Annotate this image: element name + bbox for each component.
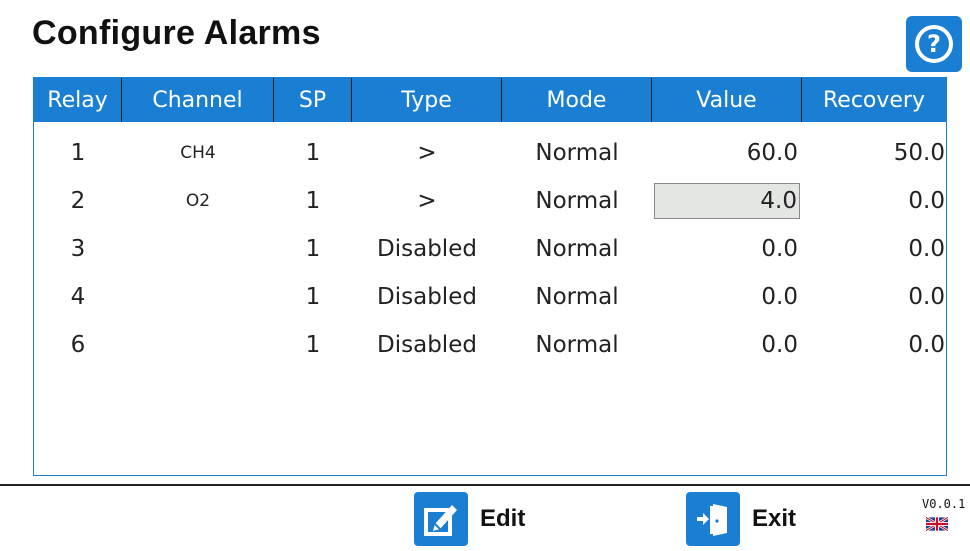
uk-flag-icon[interactable]	[926, 517, 948, 531]
recovery-cell[interactable]: 0.0	[802, 227, 945, 271]
exit-button[interactable]: Exit	[686, 492, 796, 546]
recovery-cell[interactable]: 50.0	[802, 131, 945, 175]
page-title: Configure Alarms	[32, 14, 321, 52]
version-label: V0.0.1	[922, 497, 966, 511]
sp-cell[interactable]: 1	[274, 131, 352, 175]
value-cell[interactable]: 0.0	[652, 227, 798, 271]
relay-cell[interactable]: 4	[34, 275, 122, 319]
channel-cell[interactable]	[122, 275, 274, 319]
type-cell[interactable]: >	[352, 179, 502, 223]
type-cell[interactable]: Disabled	[352, 227, 502, 271]
selected-value-cell[interactable]: 4.0	[654, 183, 800, 219]
table-row[interactable]: 3 1 Disabled Normal 0.0 0.0	[34, 227, 946, 271]
edit-label: Edit	[480, 505, 526, 532]
recovery-cell[interactable]: 0.0	[802, 275, 945, 319]
column-header-mode: Mode	[502, 78, 652, 122]
type-cell[interactable]: Disabled	[352, 275, 502, 319]
exit-door-icon	[686, 492, 740, 546]
edit-icon	[414, 492, 468, 546]
channel-cell[interactable]: CH4	[122, 131, 274, 175]
relay-cell[interactable]: 3	[34, 227, 122, 271]
sp-cell[interactable]: 1	[274, 227, 352, 271]
table-row[interactable]: 1 CH4 1 > Normal 60.0 50.0	[34, 131, 946, 175]
recovery-cell[interactable]: 0.0	[802, 179, 945, 223]
channel-cell[interactable]: O2	[122, 179, 274, 223]
relay-cell[interactable]: 6	[34, 323, 122, 367]
column-header-relay: Relay	[34, 78, 122, 122]
edit-button[interactable]: Edit	[414, 492, 525, 546]
column-header-channel: Channel	[122, 78, 274, 122]
table-row[interactable]: 4 1 Disabled Normal 0.0 0.0	[34, 275, 946, 319]
help-button[interactable]: ?	[906, 16, 962, 72]
table-row[interactable]: 6 1 Disabled Normal 0.0 0.0	[34, 323, 946, 367]
table-row[interactable]: 2 O2 1 > Normal 4.0 0.0	[34, 179, 946, 223]
mode-cell[interactable]: Normal	[502, 179, 652, 223]
channel-cell[interactable]	[122, 323, 274, 367]
value-cell[interactable]: 0.0	[652, 275, 798, 319]
column-header-type: Type	[352, 78, 502, 122]
table-header: Relay Channel SP Type Mode Value Recover…	[34, 78, 946, 122]
mode-cell[interactable]: Normal	[502, 131, 652, 175]
alarms-table: Relay Channel SP Type Mode Value Recover…	[33, 77, 947, 476]
sp-cell[interactable]: 1	[274, 179, 352, 223]
mode-cell[interactable]: Normal	[502, 323, 652, 367]
mode-cell[interactable]: Normal	[502, 227, 652, 271]
question-circle-icon: ?	[915, 25, 953, 63]
mode-cell[interactable]: Normal	[502, 275, 652, 319]
value-cell[interactable]: 0.0	[652, 323, 798, 367]
type-cell[interactable]: Disabled	[352, 323, 502, 367]
recovery-cell[interactable]: 0.0	[802, 323, 945, 367]
footer-divider	[0, 484, 970, 486]
channel-cell[interactable]	[122, 227, 274, 271]
type-cell[interactable]: >	[352, 131, 502, 175]
column-header-value: Value	[652, 78, 802, 122]
exit-label: Exit	[752, 505, 797, 532]
relay-cell[interactable]: 2	[34, 179, 122, 223]
column-header-recovery: Recovery	[822, 87, 925, 113]
sp-cell[interactable]: 1	[274, 275, 352, 319]
value-cell[interactable]: 60.0	[652, 131, 798, 175]
relay-cell[interactable]: 1	[34, 131, 122, 175]
column-header-sp: SP	[274, 78, 352, 122]
sp-cell[interactable]: 1	[274, 323, 352, 367]
